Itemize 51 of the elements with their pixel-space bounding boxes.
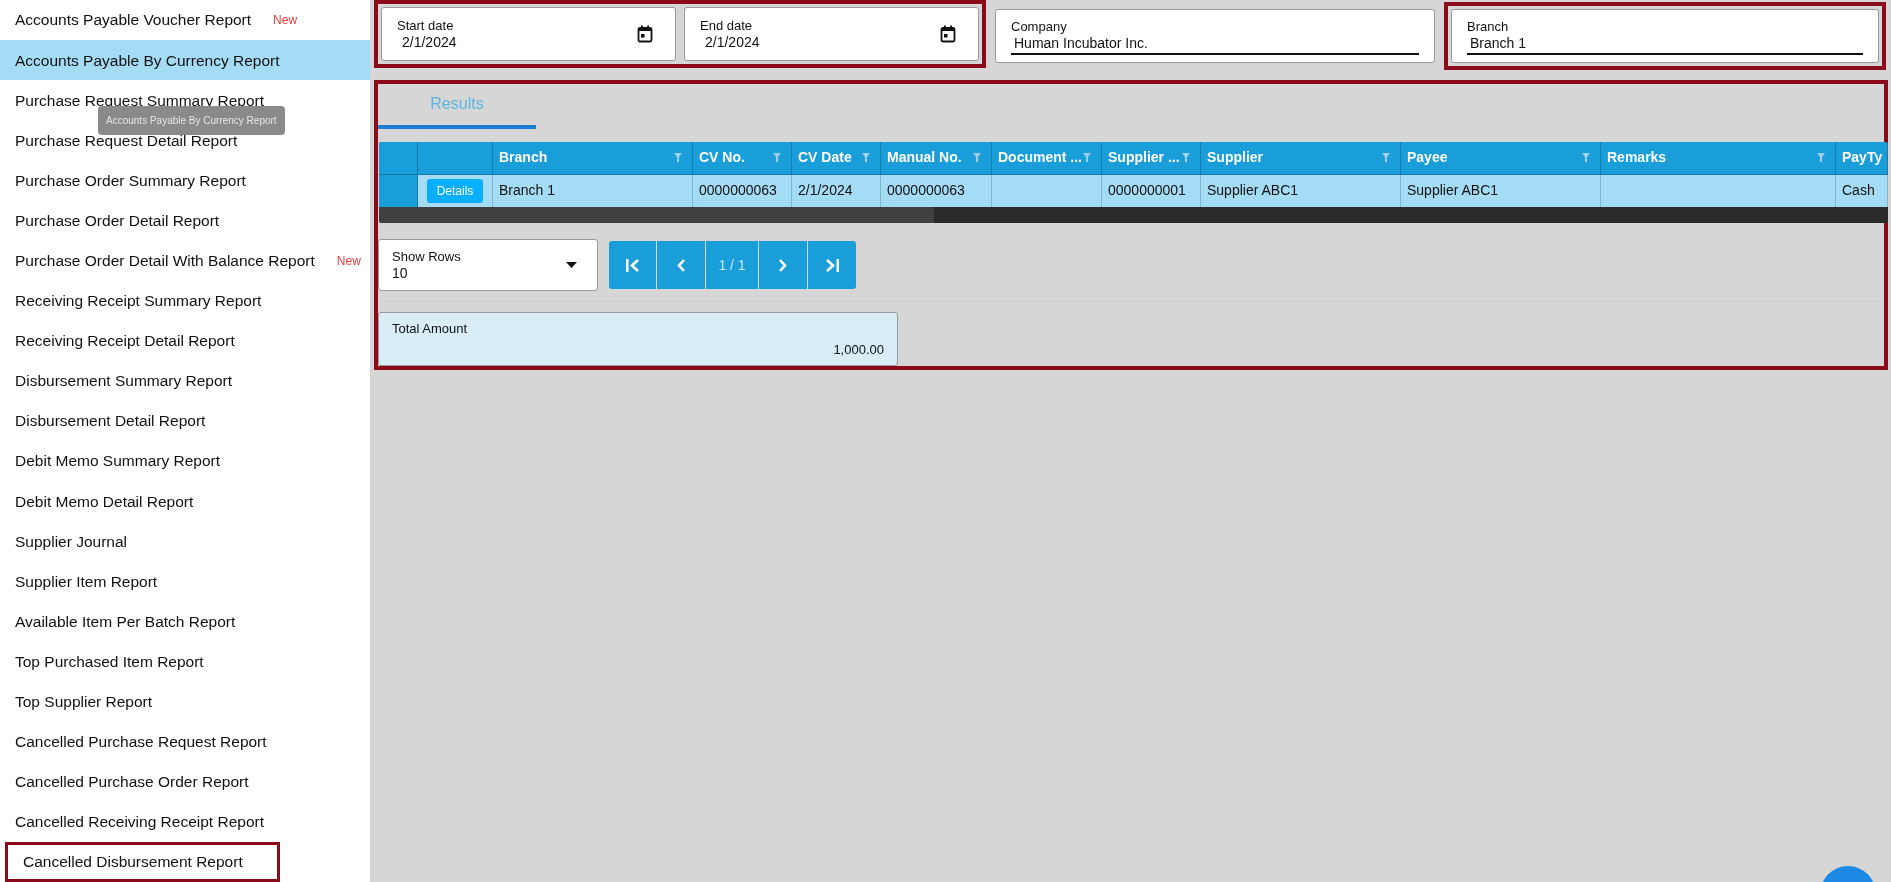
previous-page-button[interactable] [657, 241, 705, 290]
filter-icon[interactable] [773, 153, 781, 163]
date-field[interactable]: End date 2/1/2024 [684, 7, 979, 61]
caret-icon [566, 262, 577, 269]
table-cell: Supplier ABC1 [1401, 174, 1601, 207]
first-page-icon [625, 258, 640, 272]
next-page-button[interactable] [759, 241, 807, 290]
filter-icon[interactable] [1382, 153, 1390, 163]
filter-icon[interactable] [674, 153, 682, 163]
field-label: Branch [1467, 17, 1510, 35]
filter-icon[interactable] [1817, 153, 1825, 163]
field-label: End date [700, 17, 754, 34]
tooltip: Accounts Payable By Currency Report [98, 106, 285, 135]
page-indicator: 1 / 1 [706, 241, 758, 290]
field-value: Branch 1 [1467, 34, 1863, 55]
table-cell: 0000000001 [1102, 174, 1201, 207]
filter-icon[interactable] [1083, 153, 1091, 163]
sidebar-item[interactable]: Accounts Payable By Currency Report [0, 40, 370, 81]
table-row[interactable]: Details Branch 1 0000000063 2/1/2024 0000000063 0000000001 Supplier ABC1 Supplier ABC1 Cash [379, 173, 1888, 207]
field-value: Human Incubator Inc. [1011, 34, 1419, 55]
total-value: 1,000.00 [833, 340, 884, 359]
filter-icon[interactable] [862, 153, 870, 163]
filter-icon[interactable] [1582, 153, 1590, 163]
table-cell: Supplier ABC1 [1201, 174, 1401, 207]
total-label: Total Amount [392, 320, 469, 339]
calendar-icon[interactable] [637, 25, 653, 43]
sidebar-item[interactable]: Cancelled Disbursement Report [5, 841, 280, 882]
show-rows-dropdown[interactable]: Show Rows 10 [378, 239, 598, 292]
branch-field[interactable]: Branch Branch 1 [1444, 2, 1886, 70]
date-field[interactable]: Start date 2/1/2024 [381, 7, 676, 61]
field-label: Start date [397, 17, 455, 34]
calendar-icon[interactable] [940, 25, 956, 43]
table-cell: 0000000063 [881, 174, 992, 207]
field-label: Show Rows [392, 249, 461, 266]
chevron-left-icon [677, 258, 685, 272]
first-page-button[interactable] [609, 241, 656, 290]
table-cell: 0000000063 [693, 174, 792, 207]
new-label: New [273, 12, 298, 30]
table-cell: Branch 1 [493, 174, 693, 207]
table-cell: Cash [1836, 174, 1888, 207]
field-value: 2/1/2024 [401, 34, 457, 51]
field-value: 2/1/2024 [704, 34, 760, 51]
chevron-right-icon [779, 258, 787, 272]
filter-icon[interactable] [1182, 153, 1190, 163]
table-cell: 2/1/2024 [792, 174, 881, 207]
last-page-icon [825, 258, 839, 272]
filter-icon[interactable] [973, 153, 981, 163]
field-value: 10 [392, 265, 409, 282]
last-page-button[interactable] [808, 241, 856, 290]
new-label: New [336, 252, 361, 270]
field-label: Company [1011, 17, 1068, 35]
